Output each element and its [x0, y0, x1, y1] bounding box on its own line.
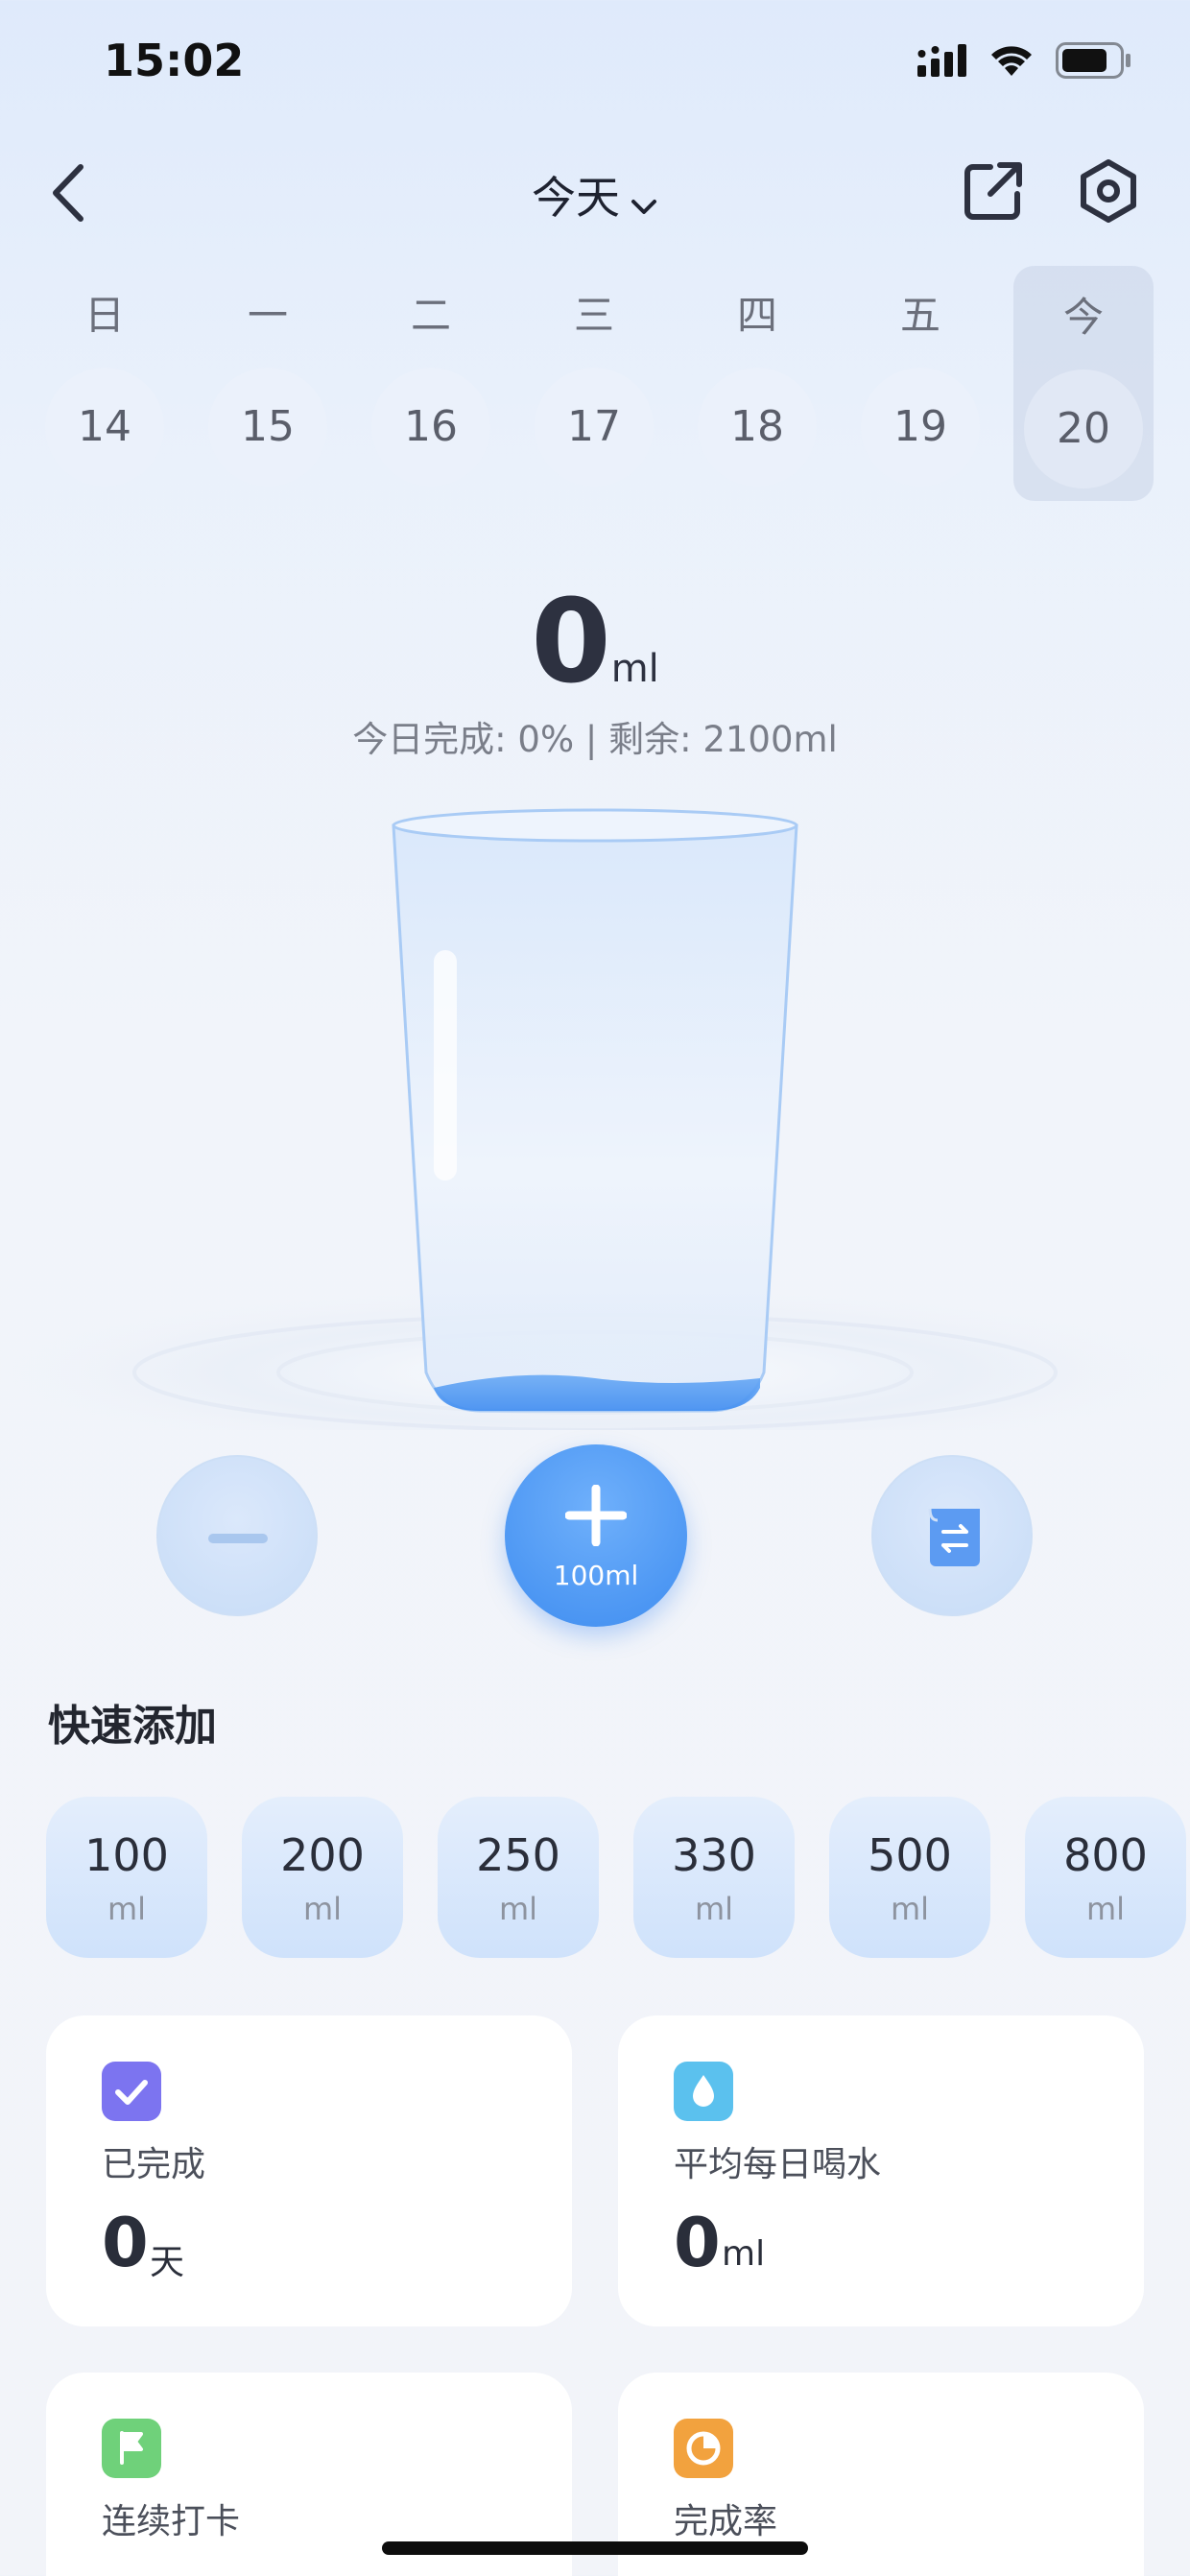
quick-add-amount: 330 — [672, 1829, 756, 1881]
quick-add-list: 100 ml 200 ml 250 ml 330 ml 500 ml 800 m… — [0, 1797, 1190, 1960]
quick-add-amount: 500 — [868, 1829, 952, 1881]
week-strip: 日 14 一 15 二 16 三 17 四 18 五 19 今 20 — [0, 264, 1190, 504]
quick-add-chip[interactable]: 250 ml — [438, 1797, 599, 1958]
water-drop-icon — [674, 2062, 733, 2121]
day-item[interactable]: 三 17 — [524, 264, 664, 499]
intake-value: 0 — [531, 576, 610, 709]
stat-unit: 天 — [150, 2243, 185, 2282]
quick-add-chip[interactable]: 330 ml — [633, 1797, 795, 1958]
status-time: 15:02 — [104, 35, 245, 86]
day-item-today[interactable]: 今 20 — [1013, 266, 1154, 501]
day-item[interactable]: 五 19 — [850, 264, 990, 499]
checkbox-icon — [102, 2062, 161, 2121]
day-number: 14 — [45, 368, 164, 487]
battery-icon — [1056, 42, 1130, 79]
day-number: 15 — [208, 368, 327, 487]
quick-add-unit: ml — [107, 1891, 147, 1927]
intake-summary: 今日完成: 0% | 剩余: 2100ml — [352, 719, 838, 760]
minus-icon — [208, 1534, 268, 1543]
quick-add-amount: 100 — [84, 1829, 169, 1881]
day-number: 19 — [861, 368, 980, 487]
share-icon — [964, 162, 1022, 220]
weekday-label: 三 — [573, 292, 614, 339]
chevron-down-icon — [630, 176, 658, 227]
cellular-signal-icon — [917, 44, 966, 77]
quick-add-unit: ml — [1085, 1891, 1126, 1927]
status-bar: 15:02 — [0, 0, 1190, 134]
quick-add-amount: 200 — [280, 1829, 365, 1881]
stat-label: 平均每日喝水 — [674, 2145, 882, 2184]
flag-icon — [102, 2419, 161, 2478]
weekday-label: 日 — [83, 292, 125, 339]
glass-illustration — [0, 808, 1190, 1459]
quick-add-chip[interactable]: 200 ml — [242, 1797, 403, 1958]
day-item[interactable]: 二 16 — [361, 264, 501, 499]
stat-label: 连续打卡 — [102, 2502, 241, 2541]
day-number: 16 — [371, 368, 490, 487]
quick-add-chip[interactable]: 100 ml — [46, 1797, 207, 1958]
status-icons — [917, 42, 1132, 79]
quick-add-title: 快速添加 — [48, 1702, 217, 1751]
wifi-icon — [991, 46, 1032, 76]
stat-unit: ml — [722, 2234, 766, 2274]
quick-add-unit: ml — [890, 1891, 930, 1927]
day-number: 20 — [1024, 370, 1143, 489]
weekday-label: 二 — [410, 292, 451, 339]
switch-cup-button[interactable] — [871, 1455, 1033, 1616]
quick-add-amount: 250 — [476, 1829, 560, 1881]
day-item[interactable]: 四 18 — [687, 264, 827, 499]
day-item[interactable]: 一 15 — [198, 264, 338, 499]
quick-add-amount: 800 — [1063, 1829, 1148, 1881]
day-number: 18 — [698, 368, 817, 487]
weekday-label: 五 — [899, 292, 940, 339]
stat-value: 0 — [674, 2204, 721, 2282]
settings-button[interactable] — [1075, 157, 1142, 225]
share-button[interactable] — [960, 157, 1027, 225]
intake-display: 0 ml 今日完成: 0% | 剩余: 2100ml — [0, 576, 1190, 760]
water-glass — [0, 797, 1190, 1459]
weekday-label: 今 — [1062, 294, 1104, 341]
weekday-label: 四 — [736, 292, 777, 339]
home-indicator[interactable] — [382, 2541, 808, 2555]
quick-add-unit: ml — [694, 1891, 734, 1927]
stat-value: 0 — [102, 2204, 149, 2282]
add-water-button[interactable]: 100ml — [505, 1444, 687, 1627]
intake-unit: ml — [610, 647, 659, 691]
cup-swap-icon — [928, 1508, 980, 1566]
day-item[interactable]: 日 14 — [35, 264, 175, 499]
top-nav: 今天 — [0, 144, 1190, 240]
gear-icon — [1081, 159, 1136, 223]
weekday-label: 一 — [247, 292, 288, 339]
day-number: 17 — [535, 368, 654, 487]
stat-card-average[interactable]: 平均每日喝水 0 ml — [618, 2015, 1144, 2326]
quick-add-chip[interactable]: 800 ml — [1025, 1797, 1186, 1958]
decrease-button[interactable] — [156, 1455, 318, 1616]
stat-card-completed[interactable]: 已完成 0 天 — [46, 2015, 572, 2326]
plus-icon — [565, 1485, 627, 1546]
date-title-label: 今天 — [532, 172, 620, 224]
stat-label: 已完成 — [102, 2145, 206, 2184]
quick-add-unit: ml — [498, 1891, 538, 1927]
quick-add-unit: ml — [302, 1891, 343, 1927]
add-water-label: 100ml — [553, 1560, 639, 1591]
quick-add-chip[interactable]: 500 ml — [829, 1797, 990, 1958]
pie-chart-icon — [674, 2419, 733, 2478]
stat-label: 完成率 — [674, 2502, 778, 2541]
